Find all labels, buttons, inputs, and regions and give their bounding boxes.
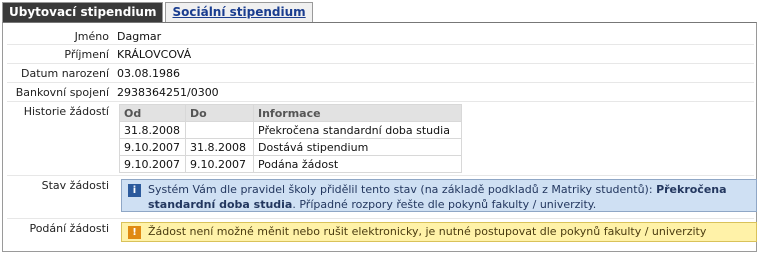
history-cell-informace: Podána žádost [253, 155, 462, 173]
history-cell-do: 9.10.2007 [185, 155, 254, 173]
bankovni-spojeni-value: 2938364251/0300 [117, 86, 219, 99]
stav-zadosti-label: Stav žádosti [41, 179, 109, 192]
historie-zadosti-label: Historie žádostí [23, 105, 109, 118]
history-cell-od: 31.8.2008 [119, 121, 186, 139]
history-cell-od: 9.10.2007 [119, 155, 186, 173]
history-cell-do [185, 121, 254, 139]
row-datum-narozeni: Datum narození 03.08.1986 [7, 64, 754, 83]
prijmeni-label: Příjmení [64, 48, 109, 61]
table-row: 9.10.2007 9.10.2007 Podána žádost [119, 155, 462, 173]
row-podani-zadosti: Podání žádosti ! Žádost není možné měnit… [7, 219, 757, 248]
jmeno-value: Dagmar [117, 30, 162, 43]
history-header-od: Od [119, 104, 186, 122]
row-historie-zadosti: Historie žádostí Od Do Informace 31.8.20… [7, 102, 754, 176]
history-header-informace: Informace [253, 104, 462, 122]
tab-socialni-stipendium[interactable]: Sociální stipendium [165, 2, 313, 23]
table-row: 31.8.2008 Překročena standardní doba stu… [119, 121, 462, 139]
submission-warning-text: Žádost není možné měnit nebo rušit elekt… [148, 225, 707, 238]
history-cell-do: 31.8.2008 [185, 138, 254, 156]
status-text-suffix: . Případné rozpory řešte dle pokynů faku… [292, 198, 597, 211]
submission-warning-box: ! Žádost není možné měnit nebo rušit ele… [121, 222, 757, 242]
status-text-prefix: Systém Vám dle pravidel školy přidělil t… [148, 183, 657, 196]
row-stav-zadosti: Stav žádosti i Systém Vám dle pravidel š… [7, 176, 757, 219]
history-cell-informace: Dostává stipendium [253, 138, 462, 156]
row-prijmeni: Příjmení KRÁLOVCOVÁ [7, 45, 754, 64]
prijmeni-value: KRÁLOVCOVÁ [117, 48, 192, 61]
stipend-panel: Jméno Dagmar Příjmení KRÁLOVCOVÁ Datum n… [2, 22, 757, 252]
podani-zadosti-label: Podání žádosti [29, 222, 109, 235]
tab-ubytovaci-stipendium[interactable]: Ubytovací stipendium [2, 2, 164, 23]
bankovni-spojeni-label: Bankovní spojení [15, 86, 109, 99]
row-bankovni-spojeni: Bankovní spojení 2938364251/0300 [7, 83, 754, 102]
history-header-do: Do [185, 104, 254, 122]
history-cell-od: 9.10.2007 [119, 138, 186, 156]
row-jmeno: Jméno Dagmar [7, 27, 754, 45]
datum-narozeni-label: Datum narození [21, 67, 109, 80]
datum-narozeni-value: 03.08.1986 [117, 67, 180, 80]
info-icon: i [128, 184, 141, 197]
table-row: 9.10.2007 31.8.2008 Dostává stipendium [119, 138, 462, 156]
history-header-row: Od Do Informace [119, 104, 462, 122]
history-cell-informace: Překročena standardní doba studia [253, 121, 462, 139]
jmeno-label: Jméno [74, 30, 109, 43]
warning-icon: ! [128, 226, 141, 239]
status-info-box: i Systém Vám dle pravidel školy přidělil… [121, 179, 757, 212]
history-table: Od Do Informace 31.8.2008 Překročena sta… [119, 104, 462, 173]
tab-bar: Ubytovací stipendium Sociální stipendium [2, 2, 313, 23]
